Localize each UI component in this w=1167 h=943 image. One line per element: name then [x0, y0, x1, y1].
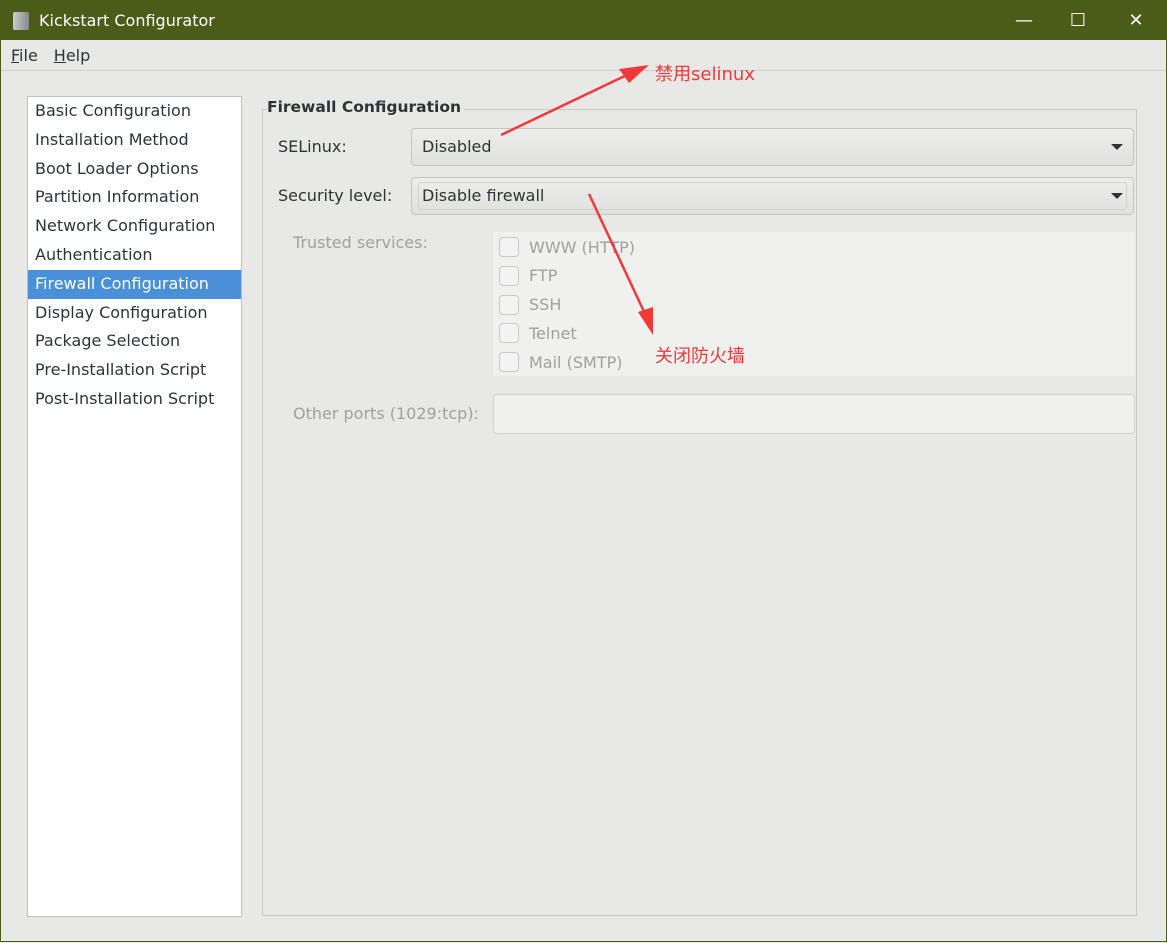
- annotation-firewall: 关闭防火墙: [655, 346, 745, 367]
- annotation-selinux: 禁用selinux: [655, 64, 755, 85]
- arrowhead: [638, 307, 653, 335]
- arrow-line: [587, 193, 648, 317]
- annotation-arrows: [500, 65, 653, 335]
- arrowhead: [619, 65, 649, 83]
- arrow-line: [500, 71, 632, 137]
